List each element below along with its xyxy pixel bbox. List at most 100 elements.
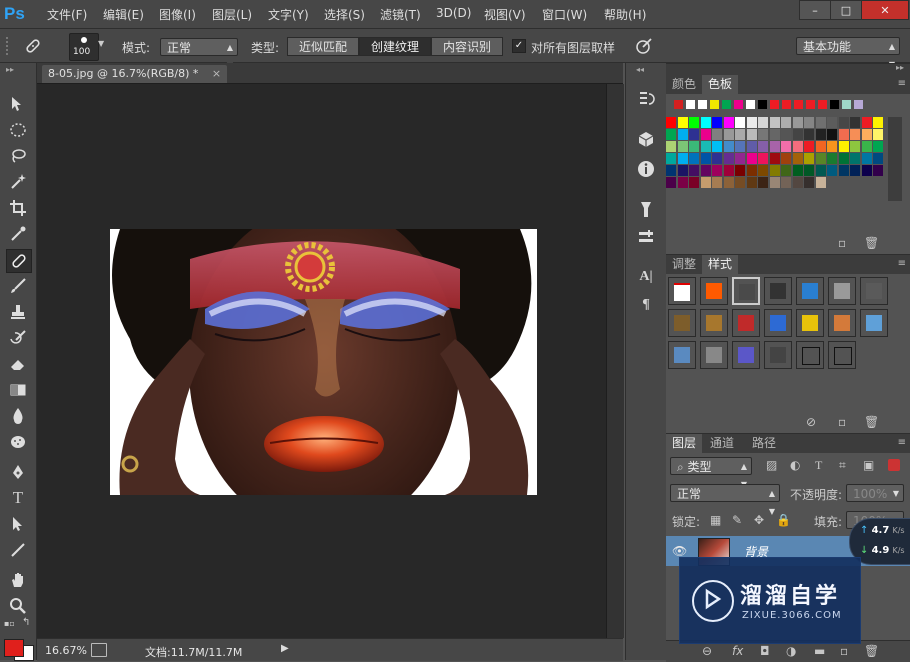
swatch[interactable] bbox=[689, 177, 699, 188]
type-option-texture[interactable]: 创建纹理 bbox=[359, 37, 431, 56]
swatch[interactable] bbox=[666, 129, 676, 140]
type-option-content-aware[interactable]: 内容识别 bbox=[431, 37, 503, 56]
mode-select[interactable]: 正常▲▼ bbox=[160, 38, 238, 70]
pressure-size-icon[interactable] bbox=[634, 36, 654, 56]
swatch[interactable] bbox=[827, 129, 837, 140]
swatch[interactable] bbox=[804, 153, 814, 164]
swatch[interactable] bbox=[723, 153, 734, 164]
swatch[interactable] bbox=[712, 141, 722, 152]
swatch[interactable] bbox=[677, 177, 688, 188]
healing-brush-icon[interactable] bbox=[6, 249, 32, 273]
swatch[interactable] bbox=[818, 100, 827, 109]
gradient-icon[interactable] bbox=[6, 379, 30, 401]
swatch[interactable] bbox=[700, 165, 711, 176]
swatch[interactable] bbox=[712, 117, 722, 128]
type-tool-icon[interactable]: T bbox=[6, 487, 30, 509]
magic-wand-icon[interactable] bbox=[6, 171, 30, 193]
style-swatch[interactable] bbox=[700, 277, 728, 305]
swatch[interactable] bbox=[838, 129, 849, 140]
blend-mode-select[interactable]: 正常 ▲ ▼ bbox=[670, 484, 780, 516]
swatch[interactable] bbox=[712, 177, 722, 188]
menu-window[interactable]: 窗口(W) bbox=[542, 6, 587, 23]
swatch[interactable] bbox=[758, 177, 768, 188]
style-swatch[interactable] bbox=[796, 341, 824, 369]
swatch[interactable] bbox=[804, 129, 814, 140]
menu-type[interactable]: 文字(Y) bbox=[268, 6, 309, 23]
swatch[interactable] bbox=[666, 153, 676, 164]
sample-all-checkbox[interactable]: ✓ bbox=[512, 39, 526, 53]
info-panel-icon[interactable] bbox=[636, 159, 656, 179]
swatch[interactable] bbox=[677, 129, 688, 140]
swatch[interactable] bbox=[861, 153, 872, 164]
swatch[interactable] bbox=[850, 141, 860, 152]
swatch[interactable] bbox=[792, 117, 803, 128]
shape-filter-icon[interactable]: ⌗ bbox=[839, 458, 846, 473]
swatch[interactable] bbox=[686, 100, 695, 109]
close-window-button[interactable]: ✕ bbox=[861, 0, 909, 20]
swatch[interactable] bbox=[838, 117, 849, 128]
crop-tool-icon[interactable] bbox=[6, 197, 30, 219]
opacity-input[interactable]: 100% ▼ bbox=[846, 484, 904, 502]
swatch[interactable] bbox=[723, 141, 734, 152]
swatch[interactable] bbox=[861, 129, 872, 140]
swatch-scrollbar[interactable] bbox=[888, 117, 902, 201]
swatch[interactable] bbox=[758, 117, 768, 128]
style-swatch[interactable] bbox=[828, 309, 856, 337]
blur-tool-icon[interactable] bbox=[6, 405, 30, 427]
panel-menu-icon[interactable]: ≡ bbox=[898, 258, 906, 269]
style-swatch[interactable] bbox=[764, 341, 792, 369]
swap-colors-icon[interactable]: ↰ bbox=[22, 617, 30, 628]
vertical-scrollbar[interactable] bbox=[606, 84, 624, 638]
swatch[interactable] bbox=[666, 177, 676, 188]
swatch[interactable] bbox=[827, 165, 837, 176]
swatch[interactable] bbox=[873, 165, 883, 176]
swatch[interactable] bbox=[677, 117, 688, 128]
swatch[interactable] bbox=[677, 141, 688, 152]
swatch[interactable] bbox=[781, 165, 791, 176]
style-swatch[interactable] bbox=[764, 309, 792, 337]
swatch[interactable] bbox=[723, 117, 734, 128]
tab-channels[interactable]: 通道 bbox=[704, 434, 740, 453]
menu-view[interactable]: 视图(V) bbox=[484, 6, 526, 23]
swatch[interactable] bbox=[861, 117, 872, 128]
adjustment-layer-icon[interactable]: ◑ bbox=[786, 644, 796, 658]
style-swatch[interactable] bbox=[668, 341, 696, 369]
swatch[interactable] bbox=[781, 177, 791, 188]
swatch[interactable] bbox=[804, 165, 814, 176]
line-tool-icon[interactable] bbox=[6, 539, 30, 561]
swatch[interactable] bbox=[689, 153, 699, 164]
lasso-tool-icon[interactable] bbox=[6, 145, 30, 167]
add-mask-icon[interactable]: ◘ bbox=[760, 644, 770, 658]
swatch[interactable] bbox=[758, 141, 768, 152]
tab-adjustments[interactable]: 调整 bbox=[666, 255, 702, 274]
swatch[interactable] bbox=[792, 177, 803, 188]
swatch[interactable] bbox=[666, 141, 676, 152]
swatch[interactable] bbox=[722, 100, 731, 109]
eraser-icon[interactable] bbox=[6, 353, 30, 375]
style-swatch[interactable] bbox=[860, 277, 888, 305]
swatch[interactable] bbox=[712, 153, 722, 164]
panel-menu-icon[interactable]: ≡ bbox=[898, 437, 906, 448]
history-brush-icon[interactable] bbox=[6, 327, 30, 349]
tab-close-icon[interactable]: × bbox=[212, 67, 221, 80]
swatch[interactable] bbox=[758, 129, 768, 140]
minimize-button[interactable]: – bbox=[799, 0, 831, 20]
swatch[interactable] bbox=[735, 141, 745, 152]
swatch[interactable] bbox=[746, 177, 757, 188]
style-swatch[interactable] bbox=[796, 277, 824, 305]
link-layers-icon[interactable]: ⊖ bbox=[702, 644, 712, 658]
menu-edit[interactable]: 编辑(E) bbox=[103, 6, 144, 23]
menu-help[interactable]: 帮助(H) bbox=[604, 6, 646, 23]
eyedropper-icon[interactable] bbox=[6, 223, 30, 245]
default-colors-icon[interactable]: ▪▫ bbox=[4, 619, 15, 628]
lock-pixels-icon[interactable]: ✎ bbox=[732, 513, 742, 527]
swatch[interactable] bbox=[804, 117, 814, 128]
swatch[interactable] bbox=[792, 129, 803, 140]
panel-menu-icon[interactable]: ≡ bbox=[898, 78, 906, 89]
brush-preset-picker[interactable]: 100 bbox=[69, 33, 99, 61]
filter-toggle-icon[interactable] bbox=[888, 459, 900, 471]
swatch[interactable] bbox=[758, 100, 767, 109]
swatch[interactable] bbox=[723, 165, 734, 176]
swatch[interactable] bbox=[769, 177, 780, 188]
new-group-icon[interactable]: ▬ bbox=[814, 644, 825, 658]
